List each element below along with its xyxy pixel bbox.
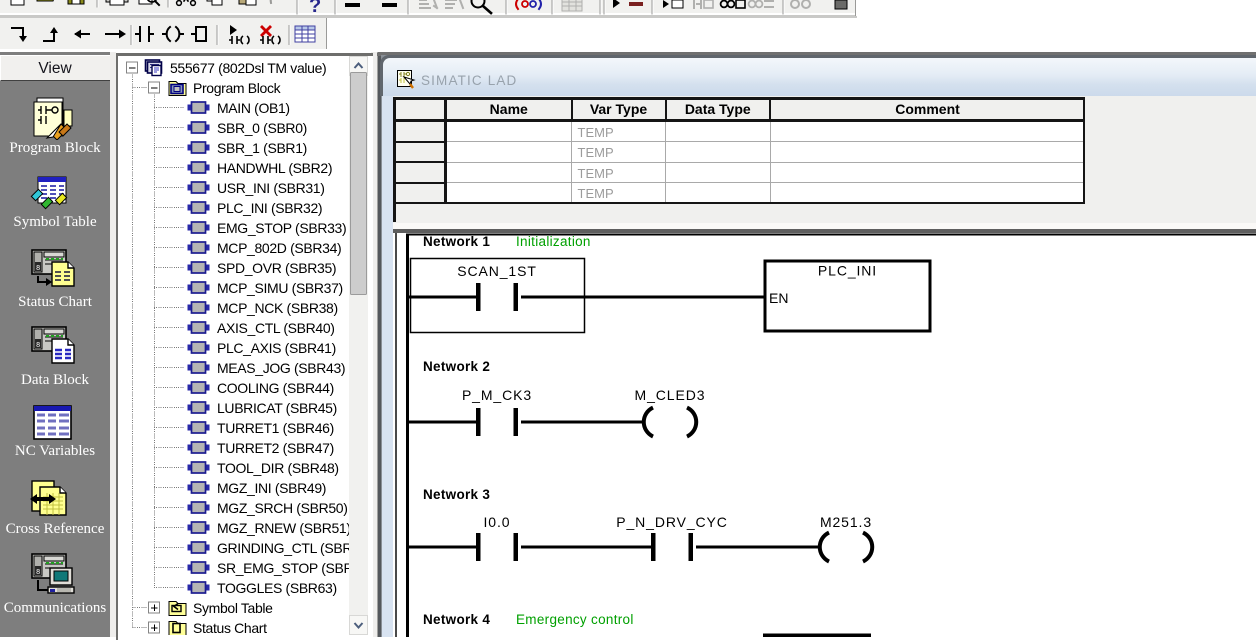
svg-text:M251.3: M251.3 [820,514,872,530]
svg-text:I0.0: I0.0 [484,514,511,530]
svg-text:Emergency control: Emergency control [516,612,634,627]
svg-text:Network 4: Network 4 [423,612,490,627]
svg-text:EN: EN [769,290,788,306]
svg-text:M_CLED3: M_CLED3 [635,387,706,403]
svg-text:Network 1: Network 1 [423,234,490,249]
svg-text:8: 8 [36,569,40,577]
svg-text:8: 8 [36,342,40,350]
svg-text:Initialization: Initialization [516,234,591,249]
svg-text:P_N_DRV_CYC: P_N_DRV_CYC [616,514,728,530]
svg-text:PLC_INI: PLC_INI [818,263,877,279]
svg-text:Network 2: Network 2 [423,359,490,374]
svg-text:Network 3: Network 3 [423,487,490,502]
svg-text:P_M_CK3: P_M_CK3 [462,387,532,403]
svg-text:?: ? [309,0,321,17]
svg-text:SCAN_1ST: SCAN_1ST [457,263,537,279]
svg-text:8: 8 [36,265,40,273]
